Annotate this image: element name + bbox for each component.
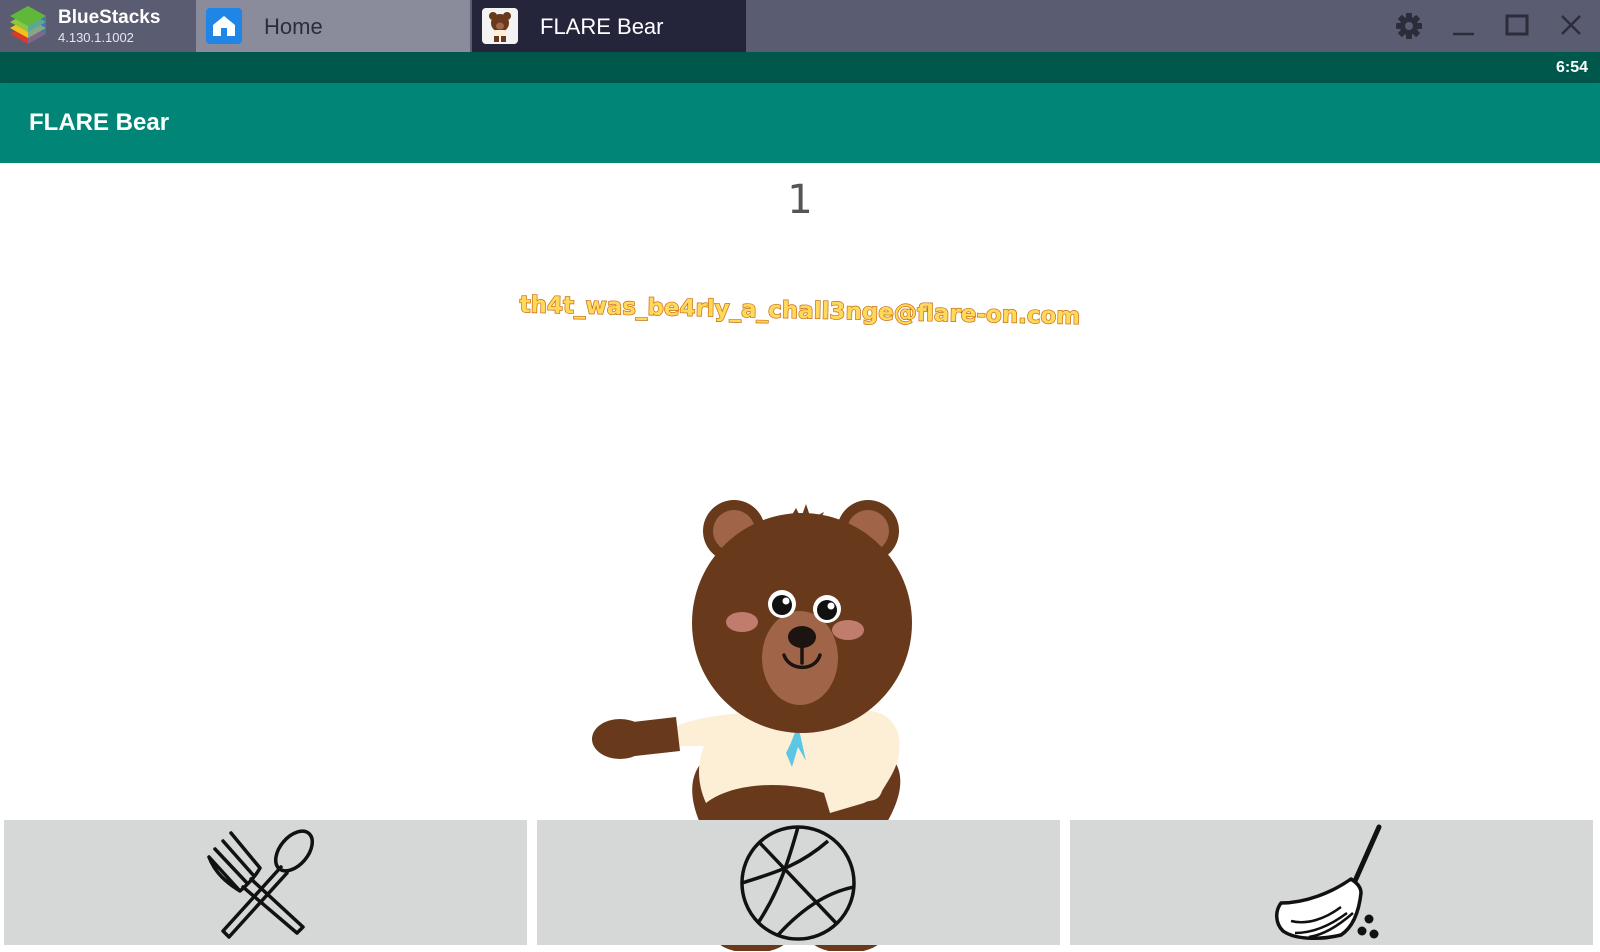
bluestacks-title-bar: BlueStacks 4.130.1.1002 Home FLARE Bear xyxy=(0,0,1600,52)
gear-icon[interactable] xyxy=(1390,8,1428,44)
bluestacks-logo-icon xyxy=(10,6,46,44)
bluestacks-brand: BlueStacks 4.130.1.1002 xyxy=(6,4,192,48)
tab-home[interactable]: Home xyxy=(196,0,470,52)
minimize-icon[interactable] xyxy=(1444,8,1482,44)
status-time: 6:54 xyxy=(1555,59,1588,76)
bear-muzzle xyxy=(762,611,838,705)
tab-label-flare-bear: FLARE Bear xyxy=(540,14,664,39)
app-title: FLARE Bear xyxy=(29,109,170,136)
bluestacks-name: BlueStacks xyxy=(58,7,161,28)
bear-paw xyxy=(592,719,648,759)
flag-text: th4t_was_be4rly_a_chall3nge@flare-on.com xyxy=(519,292,1080,330)
fork-spoon-icon xyxy=(207,829,315,939)
feed-button[interactable] xyxy=(4,820,527,945)
play-button[interactable] xyxy=(537,820,1060,945)
tab-flare-bear[interactable]: FLARE Bear xyxy=(472,0,746,52)
broom-icon xyxy=(1275,824,1382,940)
counter-value: 1 xyxy=(787,177,813,223)
close-icon[interactable] xyxy=(1552,8,1590,44)
home-icon xyxy=(206,8,242,44)
bluestacks-version: 4.130.1.1002 xyxy=(58,30,134,45)
maximize-icon[interactable] xyxy=(1498,8,1536,44)
android-status-bar: 6:54 xyxy=(0,52,1600,83)
basketball-icon xyxy=(740,825,856,941)
bear-app-icon xyxy=(482,8,518,44)
main-content: 1 th4t_was_be4rly_a_chall3nge@flare-on.c… xyxy=(0,163,1600,952)
clean-button[interactable] xyxy=(1070,820,1593,945)
app-bar: FLARE Bear xyxy=(0,83,1600,163)
tab-label-home: Home xyxy=(264,14,323,39)
flag-banner: th4t_was_be4rly_a_chall3nge@flare-on.com xyxy=(519,291,1082,330)
